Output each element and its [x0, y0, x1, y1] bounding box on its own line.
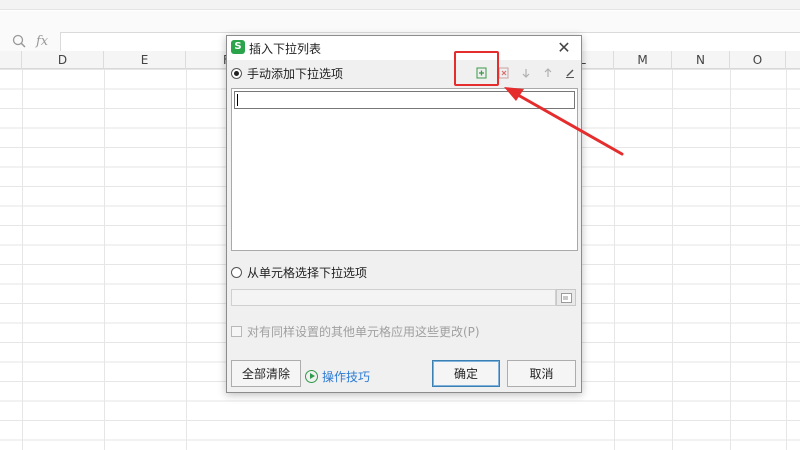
clear-all-button[interactable]: 全部清除: [231, 360, 301, 387]
range-picker-icon: [560, 292, 572, 303]
column-header[interactable]: D: [22, 51, 104, 69]
radio-from-cells-label: 从单元格选择下拉选项: [247, 265, 368, 280]
tips-link[interactable]: 操作技巧: [305, 368, 370, 384]
grid-line: [730, 69, 731, 450]
range-picker-button[interactable]: [556, 289, 576, 306]
radio-from-cells-option[interactable]: 从单元格选择下拉选项: [231, 263, 367, 281]
radio-manual-label: 手动添加下拉选项: [247, 66, 344, 81]
list-item-edit-input[interactable]: [234, 91, 575, 109]
grid-line: [614, 69, 615, 450]
grid-line: [186, 69, 187, 450]
text-caret: [237, 94, 238, 106]
grid-line: [104, 69, 105, 450]
fx-label[interactable]: fx: [36, 34, 48, 49]
cancel-button[interactable]: 取消: [507, 360, 576, 387]
ribbon-strip: [0, 0, 800, 10]
dropdown-items-list[interactable]: [231, 88, 578, 251]
play-icon: [305, 369, 318, 383]
grid-line: [672, 69, 673, 450]
cell-range-input[interactable]: [231, 289, 556, 306]
tips-link-label: 操作技巧: [322, 369, 371, 384]
radio-from-cells[interactable]: [231, 266, 242, 278]
row-header-corner: [0, 51, 22, 69]
app-logo-icon: S: [231, 40, 245, 54]
grid-line: [22, 69, 23, 450]
grid-line: [786, 69, 787, 450]
add-item-icon[interactable]: [471, 64, 493, 82]
apply-same-settings-label: 对有同样设置的其他单元格应用这些更改(P): [247, 324, 480, 339]
column-header[interactable]: E: [104, 51, 186, 69]
move-down-icon[interactable]: [515, 64, 537, 82]
radio-manual[interactable]: [231, 67, 242, 79]
dialog-titlebar[interactable]: S 插入下拉列表 ✕: [227, 36, 581, 60]
insert-dropdown-dialog: S 插入下拉列表 ✕ 手动添加下拉选项 从单元格选择下拉选项 对有同样设置的其他…: [226, 35, 582, 393]
apply-same-settings-checkbox[interactable]: [231, 325, 242, 337]
column-header[interactable]: N: [672, 51, 730, 69]
column-header[interactable]: M: [614, 51, 672, 69]
move-up-icon[interactable]: [537, 64, 559, 82]
apply-same-settings-option[interactable]: 对有同样设置的其他单元格应用这些更改(P): [231, 323, 480, 339]
list-toolbar: [471, 64, 581, 82]
column-header[interactable]: O: [730, 51, 786, 69]
ok-button[interactable]: 确定: [432, 360, 500, 387]
edit-icon[interactable]: [559, 64, 581, 82]
delete-item-icon[interactable]: [493, 64, 515, 82]
close-button[interactable]: ✕: [555, 38, 573, 58]
radio-manual-option[interactable]: 手动添加下拉选项: [231, 64, 343, 82]
dialog-title: 插入下拉列表: [249, 42, 322, 56]
zoom-icon[interactable]: [12, 34, 26, 52]
